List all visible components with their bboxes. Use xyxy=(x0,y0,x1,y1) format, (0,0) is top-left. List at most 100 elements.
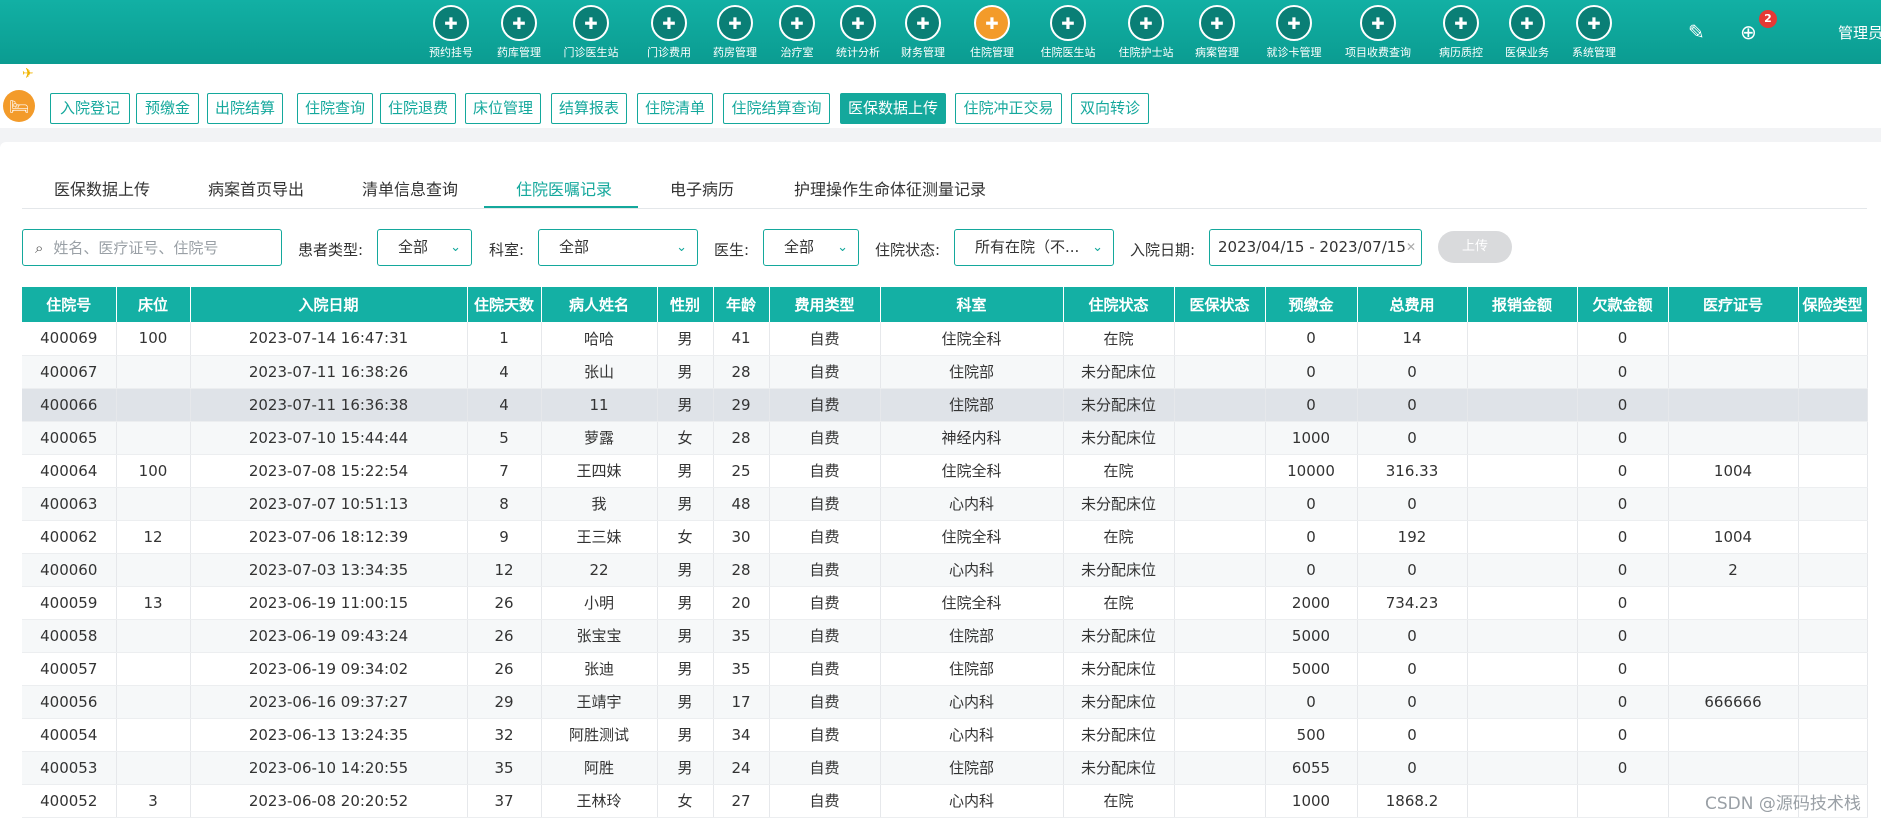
date-range-input[interactable]: 2023/04/15 - 2023/07/15 ✕ xyxy=(1209,229,1422,266)
table-row[interactable]: 400063 2023-07-07 10:51:13 8 我男 48 自费 心内科 未分配床位… xyxy=(22,487,1868,521)
table-cell: 王林玲 xyxy=(541,784,658,818)
table-row[interactable]: 400059 13 2023-06-19 11:00:15 26 小明男 20 自费 住院全科… xyxy=(22,586,1868,620)
nav-item-label: 项目收费查询 xyxy=(1345,46,1411,59)
nav-item-0[interactable]: ✚ 预约挂号 xyxy=(416,5,486,60)
nav-item-16[interactable]: ✚ 系统管理 xyxy=(1559,5,1629,60)
table-cell: 0 xyxy=(1357,487,1468,521)
column-header[interactable]: 总费用 xyxy=(1357,287,1468,322)
function-button-8[interactable]: 住院结算查询 xyxy=(723,93,830,124)
column-header[interactable]: 保险类型 xyxy=(1798,287,1868,322)
nav-item-14[interactable]: ✚ 病历质控 xyxy=(1426,5,1496,60)
column-header[interactable]: 住院状态 xyxy=(1063,287,1175,322)
admin-user[interactable]: 管理员 xyxy=(1838,22,1881,43)
clear-icon[interactable]: ✕ xyxy=(1406,230,1416,265)
table-row[interactable]: 400065 2023-07-10 15:44:44 5 萝露女 28 自费 神经内科 未分配… xyxy=(22,421,1868,455)
nav-item-13[interactable]: ✚ 项目收费查询 xyxy=(1343,5,1413,60)
function-button-10[interactable]: 住院冲正交易 xyxy=(955,93,1062,124)
search-input[interactable] xyxy=(53,238,254,257)
column-header[interactable]: 医保状态 xyxy=(1174,287,1266,322)
nav-item-8[interactable]: ✚ 住院管理 xyxy=(957,5,1027,60)
nav-item-10[interactable]: ✚ 住院护士站 xyxy=(1111,5,1181,60)
table-row[interactable]: 400062 12 2023-07-06 18:12:39 9 王三妹女 30 自费 住院全科… xyxy=(22,520,1868,554)
nav-item-15[interactable]: ✚ 医保业务 xyxy=(1492,5,1562,60)
nav-item-label: 系统管理 xyxy=(1572,46,1616,59)
nav-item-1[interactable]: ✚ 药库管理 xyxy=(484,5,554,60)
dept-select[interactable]: 全部 ⌄ xyxy=(538,229,698,266)
table-row[interactable]: 400057 2023-06-19 09:34:02 26 张迪男 35 自费 住院部 未分配… xyxy=(22,652,1868,686)
nav-item-11[interactable]: ✚ 病案管理 xyxy=(1182,5,1252,60)
function-button-0[interactable]: 入院登记 xyxy=(50,93,130,124)
table-cell: 28 xyxy=(713,355,770,389)
table-row[interactable]: 400067 2023-07-11 16:38:26 4 张山男 28 自费 住院部 未分配床… xyxy=(22,355,1868,389)
nav-item-4[interactable]: ✚ 药房管理 xyxy=(700,5,770,60)
table-cell: 未分配床位 xyxy=(1063,685,1175,719)
search-box[interactable]: ⌕ xyxy=(22,229,282,266)
column-header[interactable]: 预缴金 xyxy=(1265,287,1358,322)
tab-3[interactable]: 住院医嘱记录 xyxy=(516,176,612,200)
table-row[interactable]: 400066 2023-07-11 16:36:38 4 11 男 29 自费 住院部 未分配床… xyxy=(22,388,1868,422)
function-button-11[interactable]: 双向转诊 xyxy=(1071,93,1149,124)
table-row[interactable]: 400058 2023-06-19 09:43:24 26 张宝宝男 35 自费 住院部 未分… xyxy=(22,619,1868,653)
table-cell xyxy=(1798,355,1868,389)
table-cell: 400058 xyxy=(22,619,117,653)
patient-type-select[interactable]: 全部 ⌄ xyxy=(377,229,472,266)
function-button-1[interactable]: 预缴金 xyxy=(136,93,199,124)
table-row[interactable]: 400054 2023-06-13 13:24:35 32 阿胜测试男 34 自费 心内科未… xyxy=(22,718,1868,752)
column-header[interactable]: 医疗证号 xyxy=(1668,287,1799,322)
table-row[interactable]: 400053 2023-06-10 14:20:55 35 阿胜男 24 自费 住院部 未分配… xyxy=(22,751,1868,785)
upload-button[interactable]: 上传 xyxy=(1438,231,1512,263)
column-header[interactable]: 入院日期 xyxy=(190,287,468,322)
function-button-4[interactable]: 住院退费 xyxy=(380,93,456,124)
function-button-5[interactable]: 床位管理 xyxy=(465,93,541,124)
table-row[interactable]: 400060 2023-07-03 13:34:35 12 22 男 28 自费 心内科 未分配… xyxy=(22,553,1868,587)
table-cell: 2023-07-03 13:34:35 xyxy=(190,553,468,587)
column-header[interactable]: 住院天数 xyxy=(467,287,542,322)
table-row[interactable]: 400052 3 2023-06-08 20:20:52 37 王林玲女 27 自费 心内科在… xyxy=(22,784,1868,818)
function-button-6[interactable]: 结算报表 xyxy=(551,93,627,124)
table-cell xyxy=(1798,454,1868,488)
table-cell: 0 xyxy=(1577,652,1669,686)
table-row[interactable]: 400056 2023-06-16 09:37:27 29 王靖宇男 17 自费 心内科 未分… xyxy=(22,685,1868,719)
nav-item-2[interactable]: ✚ 门诊医生站 xyxy=(556,5,626,60)
add-notification-icon[interactable]: ⊕ xyxy=(1740,20,1757,44)
table-cell: 神经内科 xyxy=(880,421,1064,455)
tab-2[interactable]: 清单信息查询 xyxy=(362,176,458,200)
tab-1[interactable]: 病案首页导出 xyxy=(208,176,304,200)
column-header[interactable]: 床位 xyxy=(116,287,191,322)
pencil-icon[interactable]: ✎ xyxy=(1688,20,1705,44)
nav-item-9[interactable]: ✚ 住院医生站 xyxy=(1033,5,1103,60)
quality-icon: ✚ xyxy=(1443,5,1479,41)
table-cell: 男 xyxy=(657,487,714,521)
nav-item-label: 就诊卡管理 xyxy=(1266,46,1322,59)
column-header[interactable]: 科室 xyxy=(880,287,1064,322)
nav-item-5[interactable]: ✚ 治疗室 xyxy=(762,5,832,60)
table-cell: 35 xyxy=(467,751,542,785)
table-cell: 1 xyxy=(467,322,542,356)
nav-item-6[interactable]: ✚ 统计分析 xyxy=(823,5,893,60)
column-header[interactable]: 性别 xyxy=(657,287,714,322)
column-header[interactable]: 费用类型 xyxy=(769,287,881,322)
function-button-2[interactable]: 出院结算 xyxy=(207,93,283,124)
table-row[interactable]: 400069 100 2023-07-14 16:47:31 1 哈哈男 41 自费 住院全科… xyxy=(22,322,1868,356)
doctor-select[interactable]: 全部 ⌄ xyxy=(763,229,859,266)
function-button-9[interactable]: 医保数据上传 xyxy=(840,93,946,124)
nav-item-12[interactable]: ✚ 就诊卡管理 xyxy=(1259,5,1329,60)
dept-label: 科室: xyxy=(489,241,525,259)
tab-4[interactable]: 电子病历 xyxy=(670,176,734,200)
function-button-3[interactable]: 住院查询 xyxy=(297,93,373,124)
table-row[interactable]: 400064 100 2023-07-08 15:22:54 7 王四妹男 25 自费 住院全… xyxy=(22,454,1868,488)
status-select[interactable]: 所有在院（不... ⌄ xyxy=(954,229,1114,266)
column-header[interactable]: 欠款金额 xyxy=(1577,287,1669,322)
tab-0[interactable]: 医保数据上传 xyxy=(54,176,150,200)
column-header[interactable]: 住院号 xyxy=(22,287,117,322)
table-cell: 住院全科 xyxy=(880,520,1064,554)
function-button-7[interactable]: 住院清单 xyxy=(637,93,713,124)
warehouse-icon: ✚ xyxy=(501,5,537,41)
column-header[interactable]: 报销金额 xyxy=(1467,287,1578,322)
table-cell: 29 xyxy=(467,685,542,719)
column-header[interactable]: 病人姓名 xyxy=(541,287,658,322)
nav-item-3[interactable]: ✚ 门诊费用 xyxy=(634,5,704,60)
nav-item-7[interactable]: ✚ 财务管理 xyxy=(888,5,958,60)
tab-5[interactable]: 护理操作生命体征测量记录 xyxy=(794,176,986,200)
column-header[interactable]: 年龄 xyxy=(713,287,770,322)
